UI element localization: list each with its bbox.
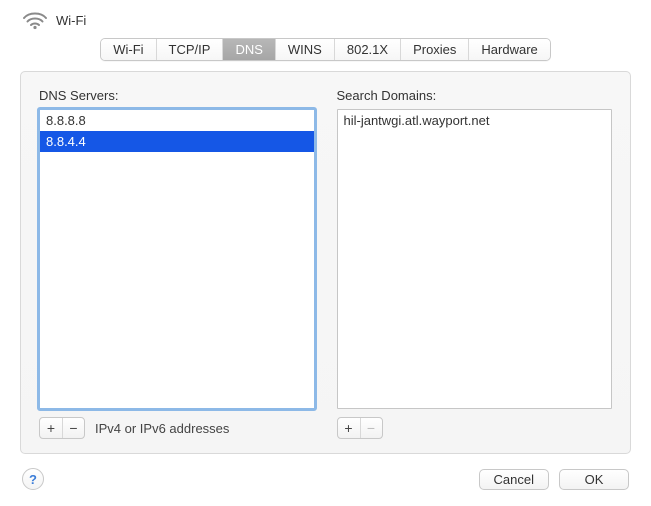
wifi-icon [22,10,48,30]
plus-icon: + [47,420,55,436]
dns-add-remove-group: + − [39,417,85,439]
tab-wins[interactable]: WINS [276,39,335,60]
list-item[interactable]: 8.8.8.8 [40,110,314,131]
search-footer: + − [337,417,613,439]
dns-servers-column: DNS Servers: 8.8.8.8 8.8.4.4 + − IPv4 or [39,88,315,439]
list-item[interactable]: 8.8.4.4 [40,131,314,152]
search-domains-label: Search Domains: [337,88,613,103]
ok-button[interactable]: OK [559,469,629,490]
tab-tcpip[interactable]: TCP/IP [157,39,224,60]
dns-pane: DNS Servers: 8.8.8.8 8.8.4.4 + − IPv4 or [20,71,631,454]
dns-add-button[interactable]: + [40,418,62,438]
search-add-remove-group: + − [337,417,383,439]
dialog-footer: ? Cancel OK [0,468,651,506]
help-button[interactable]: ? [22,468,44,490]
search-domains-listbox[interactable]: hil-jantwgi.atl.wayport.net [337,109,613,409]
network-advanced-window: Wi-Fi Wi-Fi TCP/IP DNS WINS 802.1X Proxi… [0,0,651,506]
header-title: Wi-Fi [56,13,86,28]
minus-icon: − [367,420,375,436]
help-icon: ? [29,472,37,487]
dns-remove-button[interactable]: − [62,418,84,438]
search-domains-column: Search Domains: hil-jantwgi.atl.wayport.… [337,88,613,439]
dns-servers-listbox[interactable]: 8.8.8.8 8.8.4.4 [39,109,315,409]
columns: DNS Servers: 8.8.8.8 8.8.4.4 + − IPv4 or [39,88,612,439]
tab-dns[interactable]: DNS [223,39,275,60]
tab-wifi[interactable]: Wi-Fi [101,39,156,60]
search-add-button[interactable]: + [338,418,360,438]
search-remove-button[interactable]: − [360,418,382,438]
dns-servers-label: DNS Servers: [39,88,315,103]
tab-8021x[interactable]: 802.1X [335,39,401,60]
tab-proxies[interactable]: Proxies [401,39,469,60]
list-item[interactable]: hil-jantwgi.atl.wayport.net [338,110,612,131]
tab-segmented-control: Wi-Fi TCP/IP DNS WINS 802.1X Proxies Har… [100,38,551,61]
tab-row: Wi-Fi TCP/IP DNS WINS 802.1X Proxies Har… [0,34,651,71]
header: Wi-Fi [0,0,651,34]
cancel-button[interactable]: Cancel [479,469,549,490]
dns-hint: IPv4 or IPv6 addresses [95,421,229,436]
plus-icon: + [344,420,352,436]
tab-hardware[interactable]: Hardware [469,39,549,60]
minus-icon: − [69,420,77,436]
dns-footer: + − IPv4 or IPv6 addresses [39,417,315,439]
